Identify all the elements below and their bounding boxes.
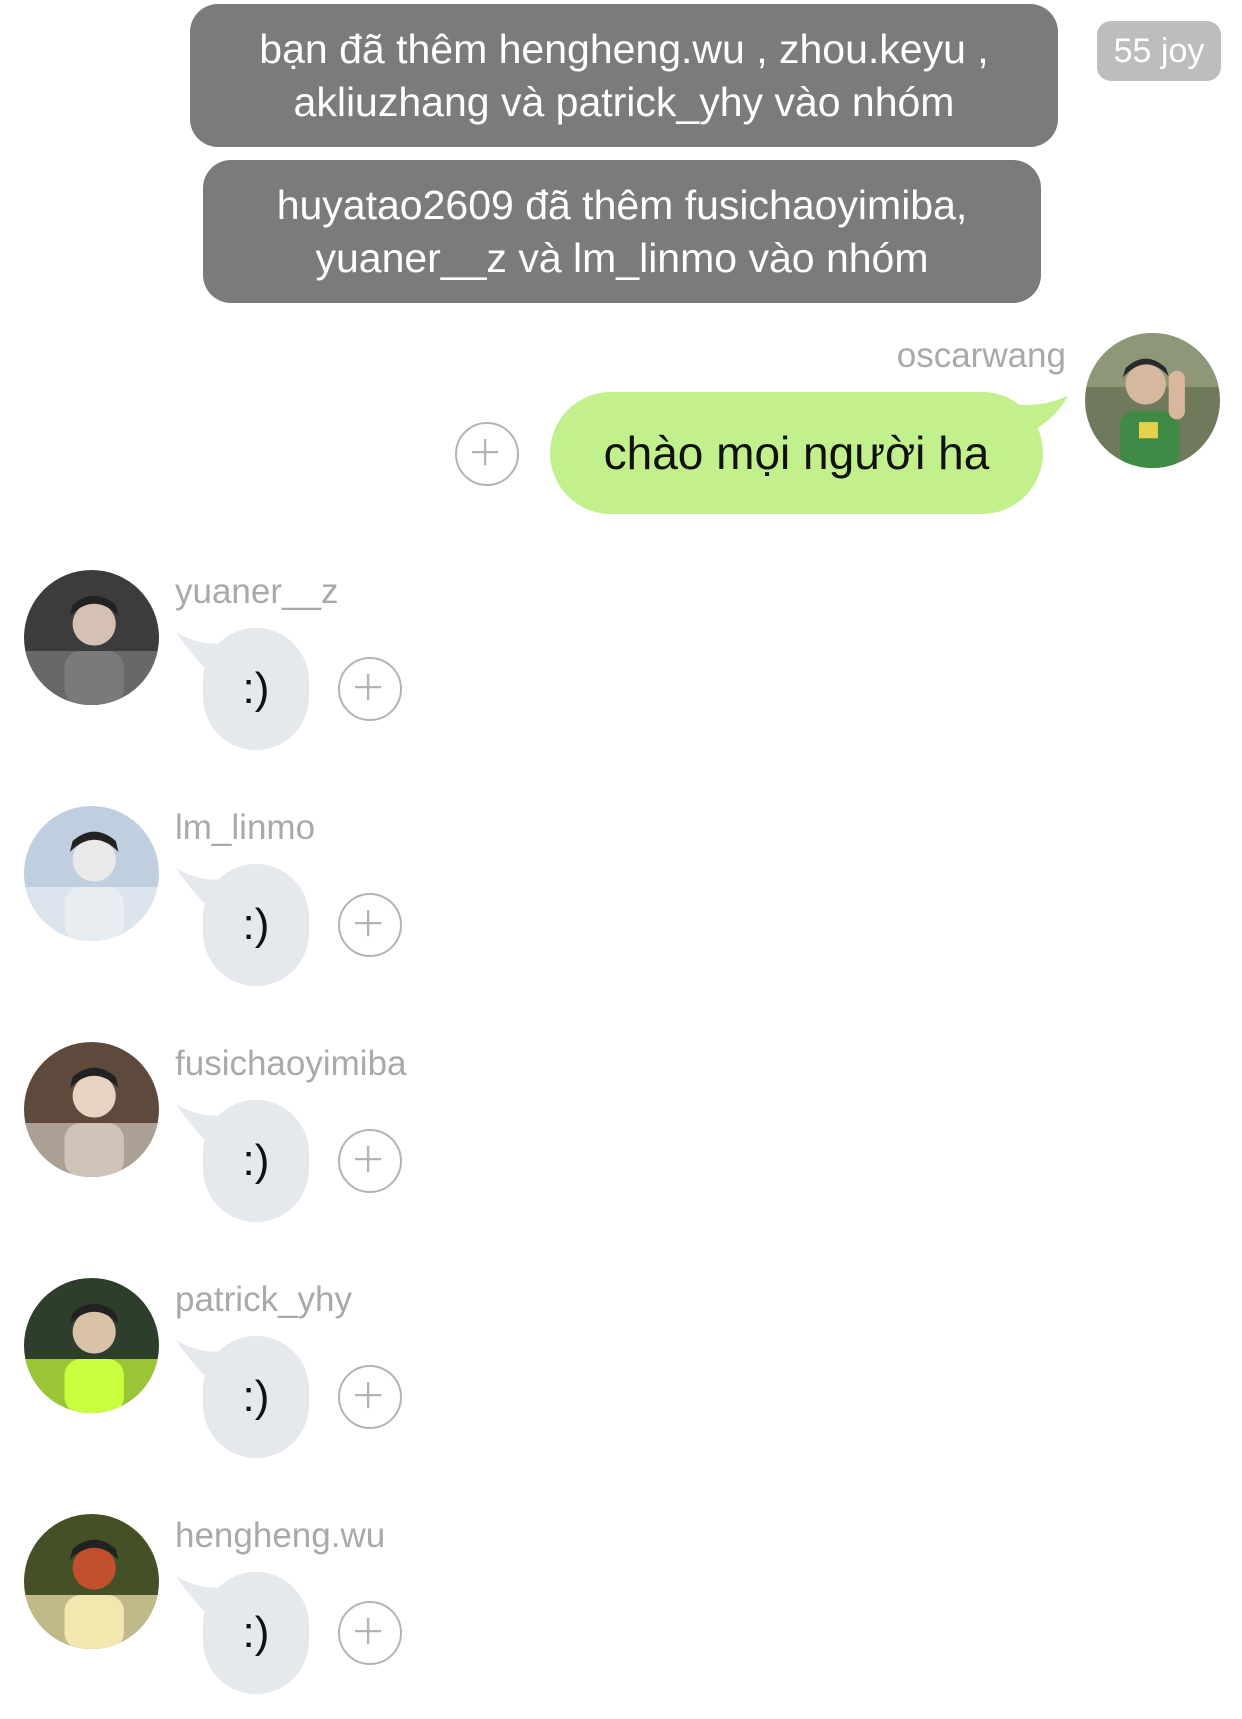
sender-avatar[interactable] [24, 1042, 159, 1177]
incoming-message-bubble[interactable]: :) [203, 1100, 309, 1222]
system-message-line: huyatao2609 đã thêm fusichaoyimiba, [276, 181, 968, 228]
system-message-line: yuaner__z và lm_linmo vào nhóm [315, 234, 929, 281]
profile-photo-icon [24, 1278, 159, 1413]
system-message: huyatao2609 đã thêm fusichaoyimiba, yuan… [203, 160, 1041, 303]
add-reaction-button[interactable] [338, 893, 402, 957]
add-reaction-icon [355, 1382, 382, 1409]
sender-name: oscarwang [896, 336, 1066, 375]
add-reaction-icon [472, 439, 499, 466]
incoming-message-bubble[interactable]: :) [203, 1336, 309, 1458]
profile-photo-icon [24, 570, 159, 705]
sender-name: lm_linmo [175, 808, 316, 847]
profile-photo-icon [24, 806, 159, 941]
add-reaction-icon [355, 1618, 382, 1645]
system-message: bạn đã thêm hengheng.wu , zhou.keyu , ak… [190, 4, 1058, 147]
sender-avatar[interactable] [24, 1278, 159, 1413]
add-reaction-icon [355, 674, 382, 701]
add-reaction-icon [355, 910, 382, 937]
incoming-message-bubble[interactable]: :) [203, 1572, 309, 1694]
outgoing-message-bubble[interactable]: chào mọi người ha [550, 392, 1043, 514]
add-reaction-button[interactable] [455, 422, 519, 486]
sender-avatar[interactable] [1085, 333, 1220, 468]
add-reaction-button[interactable] [338, 657, 402, 721]
profile-photo-icon [24, 1042, 159, 1177]
add-reaction-button[interactable] [338, 1601, 402, 1665]
add-reaction-button[interactable] [338, 1365, 402, 1429]
sender-name: fusichaoyimiba [175, 1044, 407, 1083]
incoming-message-bubble[interactable]: :) [203, 628, 309, 750]
profile-photo-icon [24, 1514, 159, 1649]
system-message-line: bạn đã thêm hengheng.wu , zhou.keyu , [259, 25, 989, 72]
bubble-tail [1010, 396, 1068, 438]
profile-photo-icon [1085, 333, 1220, 468]
sender-avatar[interactable] [24, 1514, 159, 1649]
read-count-badge: 55 joy [1097, 21, 1221, 81]
sender-avatar[interactable] [24, 806, 159, 941]
sender-avatar[interactable] [24, 570, 159, 705]
sender-name: hengheng.wu [175, 1516, 386, 1555]
sender-name: patrick_yhy [175, 1280, 353, 1319]
system-message-line: akliuzhang và patrick_yhy vào nhóm [293, 78, 955, 125]
add-reaction-button[interactable] [338, 1129, 402, 1193]
add-reaction-icon [355, 1146, 382, 1173]
incoming-message-bubble[interactable]: :) [203, 864, 309, 986]
sender-name: yuaner__z [175, 572, 339, 611]
